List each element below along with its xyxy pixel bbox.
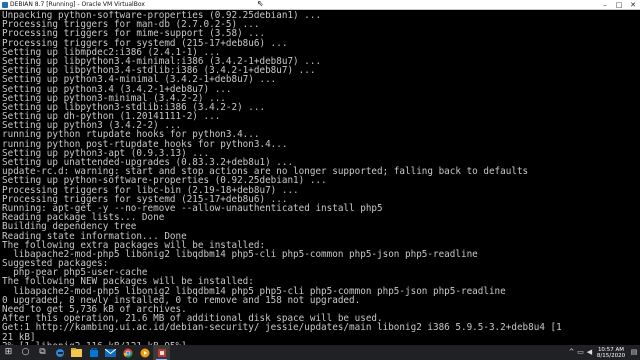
tray-chevron-icon[interactable]: ^	[567, 345, 576, 360]
terminal-line: Get:1 http://kambing.ui.ac.id/debian-sec…	[2, 322, 562, 334]
clock[interactable]: 10:57 AM 8/15/2020	[594, 346, 628, 359]
mouse-cursor-icon: ⇖	[257, 0, 264, 8]
windows-taskbar: ⊞ ○ ⧉ ^ ▭ ◀ 10:57 AM 8/15/2020 ▤	[0, 345, 640, 360]
task-view-button[interactable]: ⧉	[34, 345, 51, 360]
clock-date: 8/15/2020	[596, 353, 626, 359]
mail-icon[interactable]	[102, 345, 119, 360]
terminal-output[interactable]: Unpacking python-software-properties (0.…	[0, 11, 640, 345]
search-button[interactable]: ○	[17, 345, 34, 360]
virtualbox-icon	[2, 2, 8, 8]
start-button[interactable]: ⊞	[0, 345, 17, 360]
notification-icon[interactable]: ▤	[628, 345, 640, 360]
maximize-button[interactable]: □	[612, 0, 626, 10]
edge-icon[interactable]	[51, 345, 68, 360]
window-title: DEBIAN 8.7 [Running] - Oracle VM Virtual…	[10, 1, 145, 8]
file-explorer-icon[interactable]	[68, 345, 85, 360]
network-icon[interactable]: ▭	[576, 345, 585, 360]
store-icon[interactable]	[85, 345, 102, 360]
minimize-button[interactable]: –	[598, 0, 612, 10]
close-button[interactable]: ✕	[626, 0, 640, 10]
virtualbox-taskbar-icon[interactable]	[153, 345, 170, 360]
system-tray: ^ ▭ ◀ 10:57 AM 8/15/2020 ▤	[567, 345, 640, 360]
window-titlebar[interactable]: DEBIAN 8.7 [Running] - Oracle VM Virtual…	[0, 0, 640, 10]
chrome-icon[interactable]	[119, 345, 136, 360]
media-player-icon[interactable]	[136, 345, 153, 360]
volume-icon[interactable]: ◀	[585, 345, 594, 360]
